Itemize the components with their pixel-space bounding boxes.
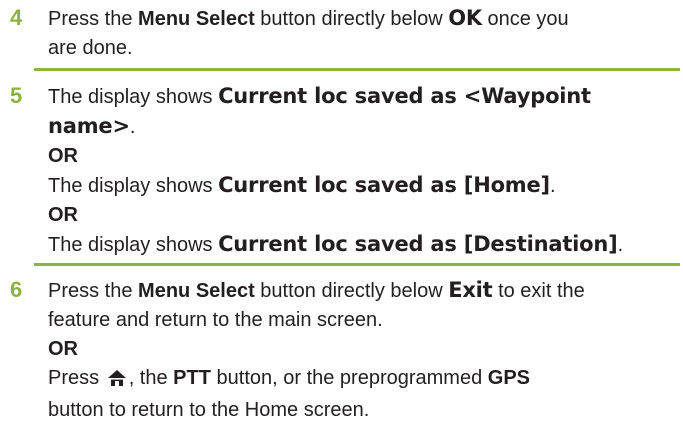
step-line: The display shows Current loc saved as [… <box>48 230 673 260</box>
text: to exit the <box>492 280 585 302</box>
display-message: Current loc saved as [Destination] <box>218 232 618 256</box>
text: once you <box>481 8 569 30</box>
step-text: Press the Menu Select button directly be… <box>48 276 673 425</box>
text: . <box>617 234 624 256</box>
step-number: 5 <box>10 83 23 108</box>
step-text: The display shows Current loc saved as <… <box>48 82 673 260</box>
home-icon <box>107 367 127 396</box>
text: , the <box>128 367 174 389</box>
text: Press the <box>48 8 139 30</box>
softkey-label: Exit <box>448 278 493 302</box>
text: button directly below <box>254 280 449 302</box>
text: . <box>129 116 136 138</box>
divider <box>34 263 680 266</box>
text: button, or the preprogrammed <box>210 367 488 389</box>
step-number: 4 <box>10 5 23 30</box>
button-name: PTT <box>173 367 211 389</box>
step-line: feature and return to the main screen. <box>48 309 383 331</box>
button-name: Menu Select <box>138 8 255 30</box>
button-name: GPS <box>487 367 531 389</box>
step-line: name>. <box>48 112 673 142</box>
step-number: 6 <box>10 277 23 302</box>
or-label: OR <box>48 204 78 226</box>
step-text: Press the Menu Select button directly be… <box>48 4 673 63</box>
text: The display shows <box>48 175 219 197</box>
display-message: Current loc saved as [Home] <box>218 173 550 197</box>
display-message: name> <box>48 114 130 138</box>
step-line: The display shows Current loc saved as <… <box>48 82 673 112</box>
step-line: Press , the PTT button, or the preprogra… <box>48 364 673 396</box>
step-line: are done. <box>48 37 133 59</box>
or-label: OR <box>48 145 78 167</box>
or-label: OR <box>48 338 78 360</box>
text: The display shows <box>48 234 219 256</box>
button-name: Menu Select <box>138 280 255 302</box>
text: Press the <box>48 280 139 302</box>
text: Press <box>48 367 105 389</box>
step-line: The display shows Current loc saved as [… <box>48 171 673 201</box>
text: The display shows <box>48 86 219 108</box>
divider <box>34 68 680 71</box>
step-line: button to return to the Home screen. <box>48 399 370 421</box>
step-line: Press the Menu Select button directly be… <box>48 4 673 34</box>
softkey-label: OK <box>448 6 482 30</box>
display-message: Current loc saved as <Waypoint <box>218 84 591 108</box>
text: button directly below <box>254 8 449 30</box>
step-line: Press the Menu Select button directly be… <box>48 276 673 306</box>
text: . <box>549 175 556 197</box>
